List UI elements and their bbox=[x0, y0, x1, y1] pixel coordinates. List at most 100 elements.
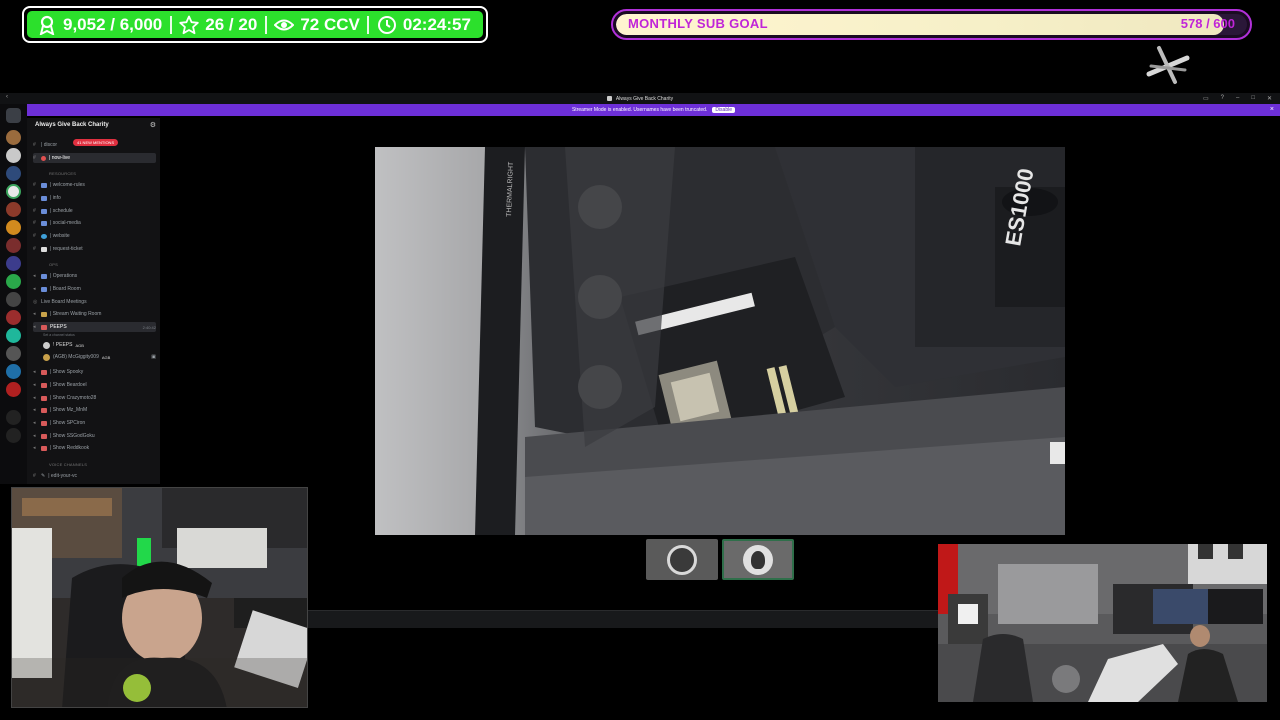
followers-stat: 9,052 / 6,000 bbox=[37, 15, 162, 35]
voice-member[interactable]: (AGB) McGiggity009 AGB ▣ bbox=[43, 352, 156, 362]
discord-logo-icon bbox=[606, 96, 612, 101]
server-icon[interactable] bbox=[6, 382, 21, 397]
maximize-button[interactable]: □ bbox=[1251, 95, 1255, 102]
avatar bbox=[743, 544, 773, 575]
voice-member[interactable]: ! PEEPS AGB bbox=[43, 340, 156, 350]
server-name[interactable]: Always Give Back Charity bbox=[35, 122, 109, 128]
hash-icon: # bbox=[33, 246, 36, 252]
voice-channel-item[interactable]: ◂ | Show Beardoel bbox=[33, 380, 156, 390]
uptime-stat: 02:24:57 bbox=[377, 15, 471, 35]
category-ops[interactable]: OPS bbox=[49, 262, 58, 267]
webcam-host bbox=[11, 487, 308, 708]
avatar bbox=[667, 544, 697, 575]
direct-messages-icon[interactable] bbox=[6, 108, 21, 123]
voice-channel-item[interactable]: ◂ | Board Room bbox=[33, 284, 156, 294]
stream-stats-bar: 9,052 / 6,000 26 / 20 72 CCV 02:24:57 bbox=[22, 6, 488, 43]
server-icon[interactable] bbox=[6, 130, 21, 145]
viewers-stat: 72 CCV bbox=[274, 15, 360, 35]
channel-emoji-icon bbox=[41, 286, 47, 292]
channel-item[interactable]: # | request-ticket bbox=[33, 244, 156, 254]
add-server-icon[interactable] bbox=[6, 410, 21, 425]
channel-item[interactable]: # | welcome-rules bbox=[33, 180, 156, 190]
channel-emoji-icon bbox=[41, 382, 47, 388]
ticket-icon bbox=[41, 246, 47, 252]
subs-value: 26 / 20 bbox=[205, 14, 258, 34]
hash-icon: # bbox=[33, 233, 36, 239]
award-icon bbox=[39, 15, 55, 35]
channel-item[interactable]: # ✎ | edit-your-vc bbox=[33, 471, 156, 481]
back-icon[interactable]: ‹ bbox=[6, 94, 8, 100]
screen-share-video[interactable]: ES1000 THERMALRIGHT bbox=[375, 147, 1065, 535]
hash-icon: # bbox=[33, 220, 36, 226]
channel-emoji-icon bbox=[41, 273, 47, 279]
category-voice[interactable]: VOICE CHANNELS bbox=[49, 462, 87, 467]
window-title: Always Give Back Charity bbox=[615, 95, 674, 102]
minimize-button[interactable]: – bbox=[1236, 95, 1239, 102]
mentions-badge[interactable]: 41 NEW MENTIONS bbox=[73, 139, 119, 146]
channel-item[interactable]: # | schedule bbox=[33, 206, 156, 216]
close-icon[interactable]: × bbox=[1270, 106, 1274, 113]
channel-list: Always Give Back Charity ⚙ # | discor 41 … bbox=[27, 118, 160, 484]
server-icon[interactable] bbox=[6, 202, 21, 217]
server-tag: AGB bbox=[75, 342, 84, 348]
speaker-icon: ◂ bbox=[33, 420, 36, 426]
voice-channel-item[interactable]: ◂ PEEPS 2:40:42 bbox=[33, 322, 156, 332]
channel-status[interactable]: Set a channel status bbox=[43, 333, 75, 337]
voice-channel-item[interactable]: ◂ | Show Spooky bbox=[33, 367, 156, 377]
speaker-icon: ◂ bbox=[33, 324, 36, 330]
hash-icon: # bbox=[33, 155, 36, 161]
disable-streamer-mode-button[interactable]: Disable bbox=[712, 107, 736, 113]
server-icon[interactable] bbox=[6, 166, 21, 181]
divider bbox=[169, 15, 172, 34]
server-settings-icon[interactable]: ⚙ bbox=[150, 121, 156, 129]
channel-item[interactable]: # | social-media bbox=[33, 218, 156, 228]
close-button[interactable]: ✕ bbox=[1267, 95, 1272, 102]
server-icon[interactable] bbox=[6, 364, 21, 379]
channel-item[interactable]: # | now-live bbox=[33, 153, 156, 163]
server-icon[interactable] bbox=[6, 256, 21, 271]
speaker-icon: ◂ bbox=[33, 407, 36, 413]
server-icon[interactable] bbox=[6, 274, 21, 289]
webcam-guest bbox=[938, 544, 1267, 702]
hash-icon: # bbox=[33, 208, 36, 214]
server-icon[interactable] bbox=[6, 346, 21, 361]
voice-channel-item[interactable]: ◂ | Show Reddkook bbox=[33, 443, 156, 453]
server-icon[interactable] bbox=[6, 310, 21, 325]
channel-item[interactable]: # | website bbox=[33, 231, 156, 241]
help-icon[interactable]: ? bbox=[1221, 95, 1224, 102]
discord-titlebar: Always Give Back Charity ▭ ? – □ ✕ bbox=[0, 93, 1280, 104]
hash-icon: # bbox=[33, 473, 36, 479]
server-icon[interactable] bbox=[6, 220, 21, 235]
category-resources[interactable]: RESOURCES bbox=[49, 171, 76, 176]
channel-emoji-icon bbox=[41, 195, 47, 201]
voice-channel-item[interactable]: ◂ | Show SPCiron bbox=[33, 418, 156, 428]
voice-channel-item[interactable]: ◂ | Show Mz_MnM bbox=[33, 405, 156, 415]
server-rail bbox=[0, 104, 27, 484]
followers-value: 9,052 / 6,000 bbox=[63, 14, 163, 34]
voice-channel-item[interactable]: ◂ | Show SSGodGoku bbox=[33, 431, 156, 441]
server-icon[interactable] bbox=[6, 184, 21, 199]
server-icon[interactable] bbox=[6, 328, 21, 343]
channel-emoji-icon bbox=[41, 420, 47, 426]
sub-goal-bar: MONTHLY SUB GOAL 578 / 600 bbox=[611, 9, 1252, 40]
server-icon[interactable] bbox=[6, 292, 21, 307]
stage-channel-item[interactable]: ◎ Live Board Meetings bbox=[33, 297, 156, 307]
speaker-icon: ◂ bbox=[33, 382, 36, 388]
explore-icon[interactable] bbox=[6, 428, 21, 443]
voice-channel-item[interactable]: ◂ | Stream Waiting Room bbox=[33, 309, 156, 319]
subs-stat: 26 / 20 bbox=[179, 15, 257, 35]
server-icon[interactable] bbox=[6, 148, 21, 163]
hash-icon: # bbox=[33, 142, 36, 148]
voice-channel-item[interactable]: ◂ | Show Crazymoto28 bbox=[33, 393, 156, 403]
voice-channel-item[interactable]: ◂ | Operations bbox=[33, 271, 156, 281]
inbox-icon[interactable]: ▭ bbox=[1203, 95, 1209, 102]
server-icon[interactable] bbox=[6, 238, 21, 253]
speaker-icon: ◂ bbox=[33, 433, 36, 439]
divider bbox=[264, 15, 267, 34]
channel-item[interactable]: # | info bbox=[33, 193, 156, 203]
globe-icon bbox=[41, 233, 47, 239]
participant-tile[interactable] bbox=[646, 539, 718, 580]
live-icon bbox=[41, 155, 46, 161]
participant-tile-active[interactable] bbox=[722, 539, 794, 580]
channel-emoji-icon bbox=[41, 182, 47, 188]
